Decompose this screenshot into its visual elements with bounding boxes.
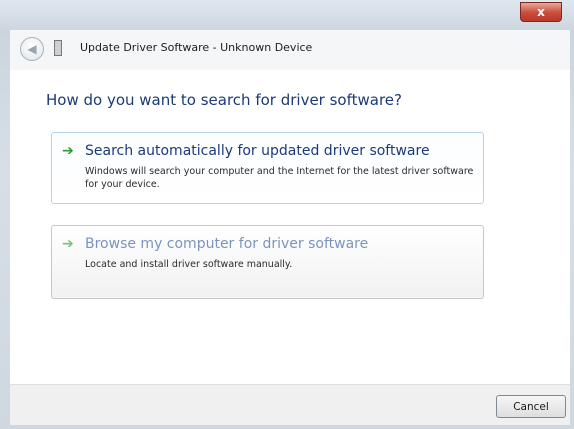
update-driver-window: x ◀ Update Driver Software - Unknown Dev…: [0, 0, 574, 429]
search-automatically-option[interactable]: ➔ Search automatically for updated drive…: [51, 132, 484, 204]
back-arrow-icon: ◀: [27, 42, 37, 56]
cancel-button[interactable]: Cancel: [496, 395, 566, 418]
device-icon: [54, 40, 62, 56]
browse-computer-title: Browse my computer for driver software: [85, 236, 369, 252]
browse-computer-description: Locate and install driver software manua…: [85, 259, 293, 270]
green-arrow-icon: ➔: [62, 236, 74, 252]
dialog-footer: [10, 384, 570, 425]
dialog-heading: How do you want to search for driver sof…: [46, 91, 402, 109]
dialog-content: How do you want to search for driver sof…: [10, 70, 570, 384]
title-bar: x: [0, 0, 574, 30]
window-title: Update Driver Software - Unknown Device: [80, 41, 313, 54]
green-arrow-icon: ➔: [62, 143, 74, 159]
search-automatically-title: Search automatically for updated driver …: [85, 143, 430, 159]
close-button[interactable]: x: [520, 2, 562, 22]
search-automatically-description: Windows will search your computer and th…: [85, 166, 474, 190]
back-button[interactable]: ◀: [20, 37, 44, 61]
browse-computer-option[interactable]: ➔ Browse my computer for driver software…: [51, 225, 484, 299]
